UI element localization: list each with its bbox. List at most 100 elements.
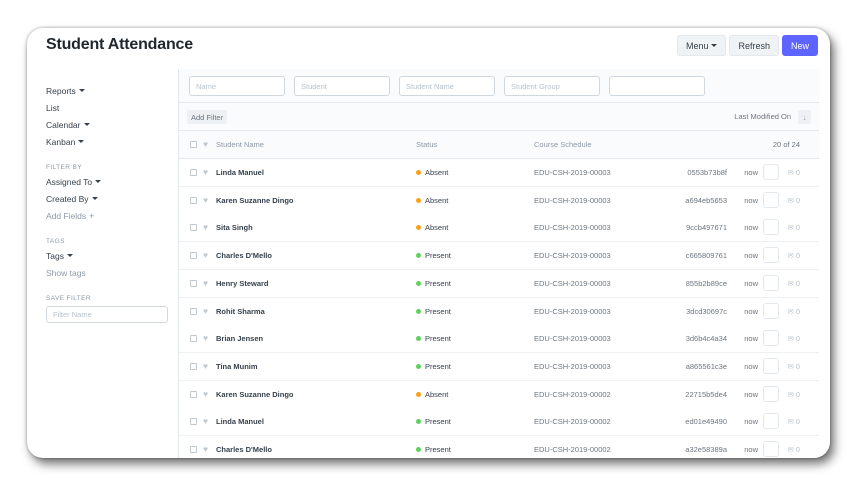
- status-label: Absent: [425, 223, 449, 233]
- filter-by-heading: FILTER BY: [46, 164, 82, 171]
- sidebar-item-calendar[interactable]: Calendar: [46, 116, 170, 133]
- select-all-checkbox[interactable]: [190, 141, 197, 148]
- student-name[interactable]: Tina Munim: [216, 353, 258, 380]
- modified-time: now: [744, 223, 758, 233]
- student-name[interactable]: Karen Suzanne Dingo: [216, 381, 294, 408]
- page-header: Student Attendance Menu Refresh New: [27, 28, 830, 68]
- add-filter-button[interactable]: Add Filter: [187, 110, 228, 124]
- table-row[interactable]: ♥ Brian Jensen Present EDU-CSH-2019-00003 3d…: [179, 325, 819, 354]
- heart-icon[interactable]: ♥: [203, 167, 208, 177]
- show-tags-link[interactable]: Show tags: [46, 264, 170, 281]
- status-label: Present: [425, 278, 451, 288]
- row-checkbox[interactable]: [190, 418, 197, 426]
- row-checkbox[interactable]: [190, 224, 197, 232]
- heart-icon[interactable]: ♥: [203, 195, 208, 205]
- comment-count-value: 0: [795, 306, 800, 316]
- student-name[interactable]: Linda Manuel: [216, 159, 264, 186]
- student-filter-input[interactable]: Student: [294, 76, 390, 96]
- created-by-filter[interactable]: Created By: [46, 190, 170, 207]
- student-name[interactable]: Henry Steward: [216, 270, 269, 297]
- course-schedule: EDU-CSH-2019-00003: [534, 278, 611, 288]
- heart-icon[interactable]: ♥: [203, 250, 208, 260]
- refresh-button[interactable]: Refresh: [729, 35, 779, 56]
- status-dot-icon: [416, 308, 421, 314]
- status-indicator: Absent: [416, 187, 448, 214]
- table-row[interactable]: ♥ Tina Munim Present EDU-CSH-2019-00003 a865…: [179, 352, 819, 381]
- table-row[interactable]: ♥ Rohit Sharma Present EDU-CSH-2019-00003 3d…: [179, 297, 819, 326]
- table-row[interactable]: ♥ Sita Singh Absent EDU-CSH-2019-00003 9ccb4…: [179, 214, 819, 243]
- comment-icon: ✉: [787, 361, 794, 371]
- list-header: ♥ Student Name Status Course Schedule 20…: [179, 131, 819, 159]
- page-title: Student Attendance: [46, 36, 193, 53]
- course-schedule: EDU-CSH-2019-00003: [534, 168, 611, 177]
- record-id: c665809761: [685, 251, 727, 261]
- student-name[interactable]: Linda Manuel: [216, 408, 264, 435]
- table-row[interactable]: ♥ Charles D'Mello Present EDU-CSH-2019-0000…: [179, 242, 819, 271]
- name-filter-input[interactable]: Name: [189, 76, 285, 96]
- avatar: [763, 164, 779, 180]
- table-row[interactable]: ♥ Henry Steward Present EDU-CSH-2019-00003 8…: [179, 269, 819, 298]
- table-row[interactable]: ♥ Karen Suzanne Dingo Absent EDU-CSH-2019-0…: [179, 380, 819, 409]
- row-checkbox[interactable]: [190, 169, 197, 176]
- student-name[interactable]: Brian Jensen: [216, 325, 263, 352]
- add-fields-link[interactable]: Add Fields +: [46, 207, 170, 224]
- row-checkbox[interactable]: [190, 196, 197, 204]
- table-row[interactable]: ♥ Linda Manuel Absent EDU-CSH-2019-00003 055…: [179, 159, 819, 187]
- course-schedule: EDU-CSH-2019-00003: [534, 195, 611, 205]
- student-name-filter-input[interactable]: Student Name: [399, 76, 495, 96]
- heart-icon[interactable]: ♥: [203, 333, 208, 343]
- column-status: Status: [416, 140, 438, 149]
- tags-label: Tags: [46, 250, 64, 261]
- menu-button[interactable]: Menu: [676, 35, 727, 56]
- modified-time: now: [744, 306, 758, 316]
- sidebar-item-reports[interactable]: Reports: [46, 82, 170, 99]
- avatar: [763, 247, 779, 264]
- table-row[interactable]: ♥ Linda Manuel Present EDU-CSH-2019-00002 ed…: [179, 408, 819, 437]
- status-label: Present: [425, 445, 451, 454]
- heart-icon[interactable]: ♥: [203, 139, 208, 149]
- assigned-to-filter[interactable]: Assigned To: [46, 173, 170, 190]
- new-button[interactable]: New: [781, 35, 818, 56]
- row-checkbox[interactable]: [190, 390, 197, 398]
- heart-icon[interactable]: ♥: [203, 222, 208, 232]
- sort-descending-icon[interactable]: ↓: [798, 110, 811, 124]
- extra-filter-input[interactable]: [609, 76, 705, 96]
- tags-dropdown[interactable]: Tags: [46, 247, 170, 264]
- sort-selector[interactable]: Last Modified On: [734, 112, 791, 121]
- sidebar-item-kanban[interactable]: Kanban: [46, 133, 170, 150]
- modified-time: now: [744, 278, 758, 288]
- caret-down-icon: [711, 44, 718, 47]
- heart-icon[interactable]: ♥: [203, 361, 208, 371]
- sidebar-item-list[interactable]: List: [46, 99, 170, 116]
- heart-icon[interactable]: ♥: [203, 278, 208, 288]
- status-dot-icon: [416, 419, 421, 425]
- record-id: a865561c3e: [685, 361, 727, 371]
- row-checkbox[interactable]: [190, 252, 197, 260]
- tags-heading: TAGS: [46, 238, 65, 245]
- modified-time: now: [744, 361, 758, 371]
- student-name[interactable]: Charles D'Mello: [216, 436, 272, 458]
- heart-icon[interactable]: ♥: [203, 389, 208, 399]
- student-name[interactable]: Sita Singh: [216, 214, 253, 241]
- heart-icon[interactable]: ♥: [203, 444, 208, 454]
- student-name[interactable]: Rohit Sharma: [216, 298, 265, 325]
- table-row[interactable]: ♥ Charles D'Mello Present EDU-CSH-2019-0000…: [179, 436, 819, 458]
- table-row[interactable]: ♥ Karen Suzanne Dingo Absent EDU-CSH-2019-0…: [179, 186, 819, 215]
- status-dot-icon: [416, 391, 421, 397]
- course-schedule: EDU-CSH-2019-00002: [534, 445, 611, 454]
- student-name[interactable]: Charles D'Mello: [216, 242, 272, 269]
- row-checkbox[interactable]: [190, 446, 197, 453]
- heart-icon[interactable]: ♥: [203, 416, 208, 426]
- row-checkbox[interactable]: [190, 362, 197, 370]
- standard-filters: Name Student Student Name Student Group: [179, 69, 819, 103]
- filter-name-input[interactable]: Filter Name: [46, 306, 168, 323]
- row-checkbox[interactable]: [190, 335, 197, 343]
- student-name[interactable]: Karen Suzanne Dingo: [216, 187, 294, 214]
- heart-icon[interactable]: ♥: [203, 306, 208, 316]
- status-label: Present: [425, 417, 451, 427]
- row-checkbox[interactable]: [190, 307, 197, 315]
- comment-count: ✉ 0: [788, 187, 800, 214]
- comment-count-value: 0: [795, 445, 800, 454]
- row-checkbox[interactable]: [190, 279, 197, 287]
- student-group-filter-input[interactable]: Student Group: [504, 76, 600, 96]
